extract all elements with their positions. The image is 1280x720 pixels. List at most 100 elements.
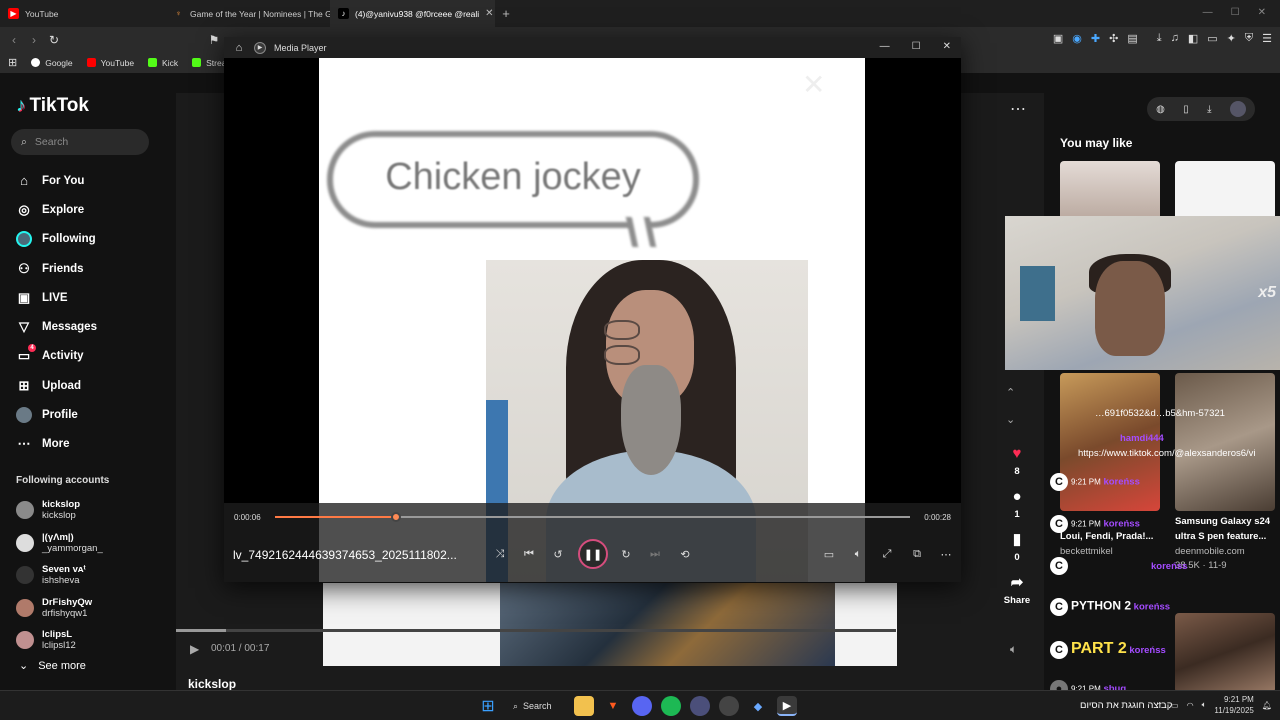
beard: [621, 365, 681, 475]
download-icon[interactable]: ⤓: [1207, 104, 1211, 115]
nav-messages[interactable]: ▽ Messages: [16, 312, 97, 341]
nav-more[interactable]: ⋯ More: [16, 430, 97, 459]
app-icon[interactable]: [719, 696, 739, 716]
comment-button[interactable]: ● 1: [1000, 486, 1034, 521]
creator-name[interactable]: kickslop: [188, 677, 236, 691]
bookmark-kick[interactable]: Kick: [148, 58, 178, 68]
more-options-icon[interactable]: ⋯: [1010, 99, 1026, 119]
taskbar-search[interactable]: ⌕ Search: [507, 701, 565, 712]
back-icon[interactable]: ‹: [4, 33, 24, 47]
webcam-background: [1020, 266, 1055, 321]
nav-live[interactable]: ▣ LIVE: [16, 283, 97, 312]
tab-game-of-the-year[interactable]: ♆ Game of the Year | Nominees | The G: [165, 0, 331, 27]
shield-icon[interactable]: ⛨: [1245, 32, 1253, 45]
nav-friends[interactable]: ⚇ Friends: [16, 254, 97, 283]
bookmark-icon[interactable]: ⚑: [204, 33, 224, 47]
nav-following[interactable]: Following: [16, 225, 97, 254]
like-button[interactable]: ♥ 8: [1000, 443, 1034, 478]
sidebar-icon[interactable]: ◧: [1188, 32, 1198, 45]
chevron-up-icon[interactable]: ⌃: [1006, 386, 1015, 399]
wifi-icon[interactable]: ◠: [1187, 701, 1194, 710]
minimize-icon[interactable]: —: [880, 41, 890, 52]
forward-30-icon[interactable]: ↻: [618, 548, 634, 561]
mini-player-icon[interactable]: ⧉: [909, 548, 925, 561]
tiktok-progress-bar[interactable]: [176, 629, 896, 632]
previous-icon[interactable]: ⏮︎: [521, 548, 537, 561]
bookmark-youtube[interactable]: YouTube: [86, 58, 134, 68]
more-options-icon[interactable]: ⋯: [938, 548, 954, 561]
download-icon[interactable]: ⤓: [1157, 32, 1162, 45]
following-account[interactable]: lclipsL lclipsl12: [16, 624, 103, 657]
repeat-icon[interactable]: ⟲: [677, 548, 693, 561]
spotify-icon[interactable]: [661, 696, 681, 716]
next-icon[interactable]: ⏭︎: [647, 548, 663, 561]
forward-icon[interactable]: ›: [24, 33, 44, 47]
close-icon[interactable]: ✕: [943, 41, 951, 52]
nav-for-you[interactable]: ⌂ For You: [16, 166, 97, 195]
following-account[interactable]: DrFishyQw drfishyqw1: [16, 592, 103, 625]
app-icon[interactable]: ◆: [748, 696, 768, 716]
creator-tools-icon[interactable]: ◍: [1156, 104, 1165, 115]
apps-grid-icon[interactable]: ⊞: [8, 56, 17, 69]
rewind-10-icon[interactable]: ↺: [550, 548, 566, 561]
play-icon[interactable]: ▶: [190, 642, 199, 656]
sparkle-icon[interactable]: ✦: [1227, 32, 1236, 45]
notification-icon[interactable]: 🔔︎: [1262, 701, 1272, 710]
tab-tiktok[interactable]: ♪ (4)@yanivu938 @f0rceee @reali ✕: [330, 0, 495, 27]
see-more-button[interactable]: ⌄ See more: [19, 659, 86, 673]
new-tab-button[interactable]: +: [495, 6, 517, 21]
glasses: [604, 320, 698, 365]
tab-youtube[interactable]: ▶ YouTube: [0, 0, 165, 27]
tiktok-logo[interactable]: ♪ TikTok: [16, 95, 89, 117]
discord-icon[interactable]: [632, 696, 652, 716]
bookmark-google[interactable]: Google: [31, 58, 73, 68]
file-explorer-icon[interactable]: [574, 696, 594, 716]
volume-icon[interactable]: 🔈︎: [850, 548, 866, 561]
following-account[interactable]: |(γΛm|) _yammorgan_: [16, 527, 103, 560]
puzzle-icon[interactable]: ✣: [1109, 32, 1118, 45]
chevron-down-icon[interactable]: ⌄: [1006, 413, 1015, 426]
rec-thumbnail[interactable]: [1060, 161, 1160, 221]
brave-browser-icon[interactable]: ▼: [603, 696, 623, 716]
wallet-icon[interactable]: ▭: [1207, 32, 1217, 45]
maximize-icon[interactable]: ☐: [912, 41, 921, 52]
avatar[interactable]: [1229, 101, 1246, 117]
windows-start-icon[interactable]: ⊞: [478, 696, 498, 716]
rec-thumbnail[interactable]: [1175, 161, 1275, 221]
nav-explore[interactable]: ◎ Explore: [16, 195, 97, 224]
seek-handle[interactable]: [390, 512, 401, 522]
nav-profile[interactable]: Profile: [16, 400, 97, 429]
following-account[interactable]: kickslop kickslop: [16, 494, 103, 527]
volume-icon[interactable]: 🔈︎: [1202, 700, 1207, 710]
music-icon[interactable]: ♫: [1171, 32, 1179, 45]
close-tab-icon[interactable]: ✕: [485, 8, 493, 19]
pause-button[interactable]: ❚❚: [578, 539, 608, 569]
fullscreen-icon[interactable]: ⤢: [879, 548, 895, 561]
following-account[interactable]: Seven ᴠᴀᵗ ishsheva: [16, 559, 103, 592]
home-icon[interactable]: ⌂: [224, 42, 254, 54]
close-icon[interactable]: ✕: [1258, 7, 1266, 18]
reload-icon[interactable]: ↻: [44, 33, 64, 47]
volume-icon[interactable]: 🔈︎: [1010, 642, 1017, 657]
extension-icon[interactable]: ▤: [1127, 32, 1137, 45]
save-button[interactable]: ▮ 0: [1000, 529, 1034, 563]
extension-icon[interactable]: ▣: [1053, 32, 1063, 45]
nav-upload[interactable]: ⊞ Upload: [16, 371, 97, 400]
chat-message: Ckoreńss: [1050, 557, 1187, 575]
share-button[interactable]: ➦ Share: [1000, 572, 1034, 606]
media-player-titlebar: ⌂ ▶ Media Player — ☐ ✕: [224, 37, 961, 58]
nav-activity[interactable]: ▭ 4 Activity: [16, 342, 97, 371]
minimize-icon[interactable]: —: [1203, 7, 1213, 18]
extension-icon[interactable]: ◉: [1072, 32, 1082, 45]
search-input[interactable]: ⌕ Search: [11, 129, 149, 155]
captions-icon[interactable]: ▭: [821, 548, 837, 561]
menu-icon[interactable]: ☰: [1262, 32, 1272, 45]
device-icon[interactable]: ▯: [1183, 104, 1189, 115]
media-player-taskbar-icon[interactable]: ▶: [777, 696, 797, 716]
seek-bar[interactable]: [275, 512, 910, 522]
extension-icon[interactable]: ✚: [1091, 32, 1100, 45]
taskbar-clock[interactable]: 9:21 PM 11/19/2025: [1214, 694, 1253, 716]
shuffle-icon[interactable]: ⤨: [492, 548, 508, 561]
maximize-icon[interactable]: ☐: [1231, 7, 1240, 18]
app-icon[interactable]: [690, 696, 710, 716]
